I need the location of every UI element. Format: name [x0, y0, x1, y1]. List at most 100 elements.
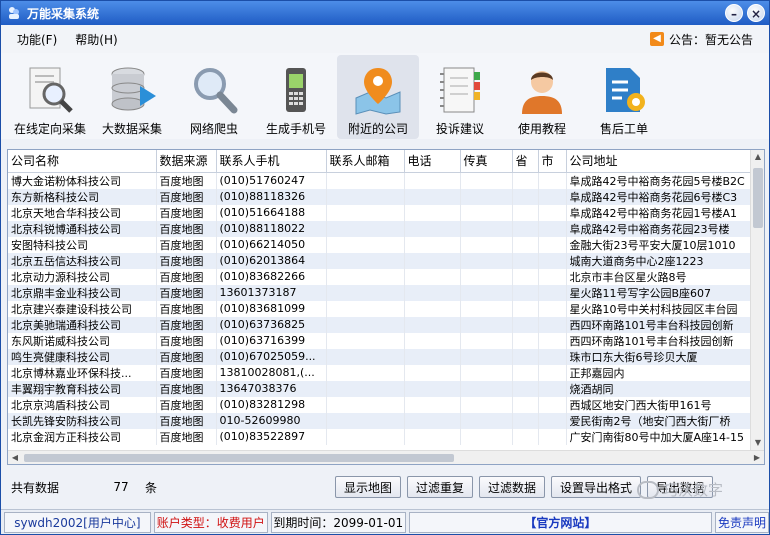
- menu-function[interactable]: 功能(F): [17, 31, 57, 48]
- table-cell: [326, 252, 405, 269]
- table-cell: (010)51760247: [216, 172, 327, 189]
- table-cell: [460, 188, 513, 205]
- tool-bigdata[interactable]: 大数据采集: [91, 55, 173, 139]
- tool-crawler[interactable]: 网络爬虫: [173, 55, 255, 139]
- tool-label: 网络爬虫: [189, 122, 238, 136]
- table-row[interactable]: 北京天地合华科技公司 百度地图 (010)51664188 阜成路42号中裕商务花园1…: [8, 204, 764, 221]
- tool-tutorial[interactable]: 使用教程: [501, 55, 583, 139]
- column-header[interactable]: 公司名称: [8, 150, 157, 173]
- tool-label: 生成手机号: [265, 122, 326, 136]
- table-cell: [404, 284, 461, 301]
- table-cell: [512, 300, 539, 317]
- horizontal-scrollbar[interactable]: ◀ ▶: [8, 450, 764, 464]
- column-header[interactable]: 联系人邮箱: [326, 150, 405, 173]
- table-cell: [404, 348, 461, 365]
- table-cell: (010)63716399: [216, 332, 327, 349]
- table-cell: [326, 428, 405, 445]
- tool-online-collect[interactable]: 在线定向采集: [9, 55, 91, 139]
- close-button[interactable]: ×: [747, 4, 765, 22]
- scroll-up-icon[interactable]: ▲: [751, 150, 764, 164]
- table-row[interactable]: 博大金诺粉体科技公司 百度地图 (010)51760247 阜成路42号中裕商务花园5…: [8, 172, 764, 189]
- export-format-button[interactable]: 设置导出格式: [551, 476, 642, 498]
- table-cell: [404, 380, 461, 397]
- menu-help[interactable]: 帮助(H): [75, 31, 117, 48]
- toolbar: 在线定向采集 大数据采集 网络爬虫 生成手机号 附近的公司 投诉建议 使用教程: [1, 53, 769, 139]
- column-header[interactable]: 传真: [460, 150, 513, 173]
- filter-data-button[interactable]: 过滤数据: [479, 476, 546, 498]
- tool-aftersales[interactable]: 售后工单: [583, 55, 665, 139]
- table-row[interactable]: 东方新格科技公司 百度地图 (010)88118326 阜成路42号中裕商务花园6号楼…: [8, 188, 764, 205]
- table-row[interactable]: 北京动力源科技公司 百度地图 (010)83682266 北京市丰台区星火路8号: [8, 268, 764, 285]
- table-cell: 百度地图: [156, 220, 217, 237]
- tool-phone-gen[interactable]: 生成手机号: [255, 55, 337, 139]
- table-cell: (010)88118022: [216, 220, 327, 237]
- table-cell: 星火路10号中关村科技园区丰台园: [566, 300, 764, 317]
- table-cell: 西四环南路101号丰台科技园创新: [566, 316, 764, 333]
- minimize-button[interactable]: –: [725, 4, 743, 22]
- table-cell: 爱民街南2号（地安门西大街厂桥: [566, 412, 764, 429]
- table-row[interactable]: 北京美驰瑞通科技公司 百度地图 (010)63736825 西四环南路101号丰台科技…: [8, 316, 764, 333]
- column-header[interactable]: 省: [512, 150, 539, 173]
- table-row[interactable]: 北京五岳信达科技公司 百度地图 (010)62013864 城南大道商务中心2座122…: [8, 252, 764, 269]
- table-cell: (010)88118326: [216, 188, 327, 205]
- column-header[interactable]: 市: [538, 150, 567, 173]
- table-row[interactable]: 北京金润方正科技公司 百度地图 (010)83522897 广安门南街80号中加大厦A…: [8, 428, 764, 445]
- table-cell: 正邦嘉园内: [566, 364, 764, 381]
- table-row[interactable]: 鸣生亮健康科技公司 百度地图 (010)67025059... 珠市口东大街6号珍贝大…: [8, 348, 764, 365]
- disclaimer-link[interactable]: 免责声明: [714, 511, 769, 533]
- tool-complaint[interactable]: 投诉建议: [419, 55, 501, 139]
- table-cell: [538, 172, 567, 189]
- show-map-button[interactable]: 显示地图: [335, 476, 402, 498]
- table-cell: 百度地图: [156, 364, 217, 381]
- table-row[interactable]: 北京博林嘉业环保科技... 百度地图 13810028081,(... 正邦嘉园内: [8, 364, 764, 381]
- scroll-down-icon[interactable]: ▼: [751, 436, 764, 450]
- table-row[interactable]: 丰翼翔宇教育科技公司 百度地图 13647038376 烧酒胡同: [8, 380, 764, 397]
- table-row[interactable]: 东风斯诺威科技公司 百度地图 (010)63716399 西四环南路101号丰台科技园…: [8, 332, 764, 349]
- vertical-scroll-thumb[interactable]: [753, 168, 763, 228]
- scroll-right-icon[interactable]: ▶: [750, 451, 764, 464]
- table-cell: [326, 220, 405, 237]
- table-cell: [512, 396, 539, 413]
- table-row[interactable]: 北京科锐博通科技公司 百度地图 (010)88118022 阜成路42号中裕商务花园2…: [8, 220, 764, 237]
- table-cell: [538, 252, 567, 269]
- table-cell: 百度地图: [156, 252, 217, 269]
- vertical-scrollbar[interactable]: ▲ ▼: [750, 150, 764, 450]
- table-cell: 13810028081,(...: [216, 364, 327, 381]
- table-cell: [404, 220, 461, 237]
- table-cell: (010)66214050: [216, 236, 327, 253]
- user-center-link[interactable]: sywdh2002[用户中心]: [4, 511, 151, 533]
- table-cell: 阜成路42号中裕商务花园1号楼A1: [566, 204, 764, 221]
- table-row[interactable]: 安图特科技公司 百度地图 (010)66214050 金融大街23号平安大厦10层10…: [8, 236, 764, 253]
- data-grid[interactable]: 公司名称 数据来源 联系人手机 联系人邮箱 电话 传真省市公司地址 博大金诺粉体科技公司百…: [7, 149, 765, 465]
- title-bar[interactable]: 万能采集系统 – ×: [1, 1, 769, 25]
- table-cell: [512, 268, 539, 285]
- table-cell: [460, 300, 513, 317]
- table-body: 博大金诺粉体科技公司 百度地图 (010)51760247 阜成路42号中裕商务花园5…: [8, 172, 764, 445]
- table-cell: [460, 364, 513, 381]
- phone-icon: [286, 68, 306, 112]
- table-cell: 西城区地安门西大街甲161号: [566, 396, 764, 413]
- official-site-link[interactable]: 【官方网站】: [408, 511, 712, 533]
- table-cell: [460, 268, 513, 285]
- table-cell: 北京金润方正科技公司: [8, 428, 157, 445]
- column-header[interactable]: 数据来源: [156, 150, 217, 173]
- table-cell: (010)83281298: [216, 396, 327, 413]
- table-cell: 广安门南街80号中加大厦A座14-15: [566, 428, 764, 445]
- table-cell: [404, 268, 461, 285]
- column-header[interactable]: 联系人手机: [216, 150, 327, 173]
- tool-nearby-company[interactable]: 附近的公司: [337, 55, 419, 139]
- column-header[interactable]: 电话: [404, 150, 461, 173]
- filter-duplicates-button[interactable]: 过滤重复: [407, 476, 474, 498]
- count-value: 77: [113, 480, 129, 494]
- scroll-left-icon[interactable]: ◀: [8, 451, 22, 464]
- table-cell: [538, 204, 567, 221]
- table-row[interactable]: 北京鼎丰金业科技公司 百度地图 13601373187 星火路11号写字公园B座607: [8, 284, 764, 301]
- table-row[interactable]: 北京京鸿盾科技公司 百度地图 (010)83281298 西城区地安门西大街甲161号: [8, 396, 764, 413]
- column-header[interactable]: 公司地址: [566, 150, 764, 173]
- watermark: 巧沃数字: [637, 479, 723, 500]
- horizontal-scroll-thumb[interactable]: [24, 454, 454, 462]
- table-row[interactable]: 长凯先锋安防科技公司 百度地图 010-52609980 爱民街南2号（地安门西大街厂…: [8, 412, 764, 429]
- tool-label: 在线定向采集: [13, 122, 86, 136]
- table-cell: [404, 204, 461, 221]
- table-row[interactable]: 北京建兴泰建设科技公司 百度地图 (010)83681099 星火路10号中关村科技园…: [8, 300, 764, 317]
